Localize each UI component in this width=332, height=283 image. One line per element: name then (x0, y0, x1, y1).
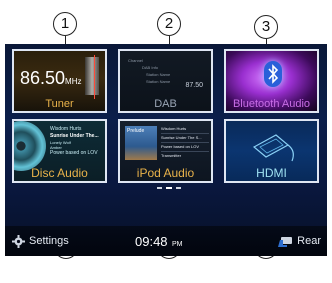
disc-track: Power based on LOV (50, 150, 98, 156)
clock-ampm: PM (172, 241, 183, 248)
rear-label: Rear (297, 235, 321, 247)
hdmi-tile[interactable]: HDMI (224, 119, 319, 183)
dab-row: Station Name (146, 79, 171, 84)
disc-icon (14, 121, 46, 171)
disc-track-list: Wisdom Hurts Sunrise Under The... Lonely… (50, 126, 99, 157)
clock-time: 09:48 (135, 234, 168, 249)
status-bar: Settings 09:48 PM Rear (5, 226, 327, 256)
ipod-audio-tile[interactable]: Prelude Wisdom Hurts Sunrise Under The S… (118, 119, 213, 183)
dab-row: Channel (128, 58, 143, 63)
page-dot-active[interactable] (166, 187, 172, 189)
dab-frequency: 87.50 (185, 82, 203, 89)
dab-label: DAB (154, 98, 177, 110)
bluetooth-audio-label: Bluetooth Audio (232, 98, 311, 110)
gear-icon (12, 234, 25, 248)
disc-audio-tile[interactable]: Wisdom Hurts Sunrise Under The... Lonely… (12, 119, 107, 183)
rear-button[interactable]: Rear (277, 232, 321, 250)
dab-tile[interactable]: Channel DAB Info Station Name Station Na… (118, 49, 213, 113)
album-title: Prelude (127, 128, 145, 134)
tuner-frequency-readout: 86.50MHz (20, 68, 82, 89)
tuner-frequency: 86.50 (20, 68, 66, 88)
disc-track-current: Sunrise Under The... (50, 133, 99, 139)
callout-1: 1 (53, 12, 77, 36)
ipod-track: Transmitter (161, 153, 182, 158)
bluetooth-audio-tile[interactable]: Bluetooth Audio (224, 49, 319, 113)
hdmi-label: HDMI (256, 166, 287, 180)
rear-seat-icon (277, 235, 293, 247)
tuner-label: Tuner (45, 98, 74, 110)
tuner-tile[interactable]: 86.50MHz Tuner (12, 49, 107, 113)
head-unit-screen: 86.50MHz Tuner Channel DAB Info Station … (5, 44, 327, 256)
callout-2: 2 (157, 12, 181, 36)
ipod-track: Power based on LOV (161, 143, 209, 152)
hdmi-cable-icon (248, 127, 298, 168)
callout-3: 3 (254, 15, 278, 39)
settings-label: Settings (29, 235, 69, 247)
ipod-audio-label: iPod Audio (136, 166, 195, 180)
clock: 09:48 PM (135, 233, 183, 251)
dab-info-list: Channel DAB Info Station Name Station Na… (128, 57, 170, 85)
disc-track: Wisdom Hurts (50, 126, 82, 132)
disc-audio-label: Disc Audio (31, 166, 88, 180)
ipod-track-list: Wisdom Hurts Sunrise Under The S... Powe… (161, 125, 209, 160)
page-dot[interactable] (176, 187, 181, 189)
ipod-track: Wisdom Hurts (161, 125, 209, 134)
tuner-needle (94, 55, 95, 99)
dab-row: Station Name (146, 72, 171, 77)
ipod-track: Sunrise Under The S... (161, 134, 209, 143)
settings-button[interactable]: Settings (12, 232, 69, 250)
dab-row: DAB Info (142, 65, 159, 70)
tuner-unit: MHz (65, 77, 82, 86)
bluetooth-icon (264, 61, 282, 87)
page-dot[interactable] (157, 187, 162, 189)
album-art: Prelude (125, 126, 157, 160)
page-indicator (157, 187, 181, 191)
tuner-scale-graphic (85, 57, 99, 95)
